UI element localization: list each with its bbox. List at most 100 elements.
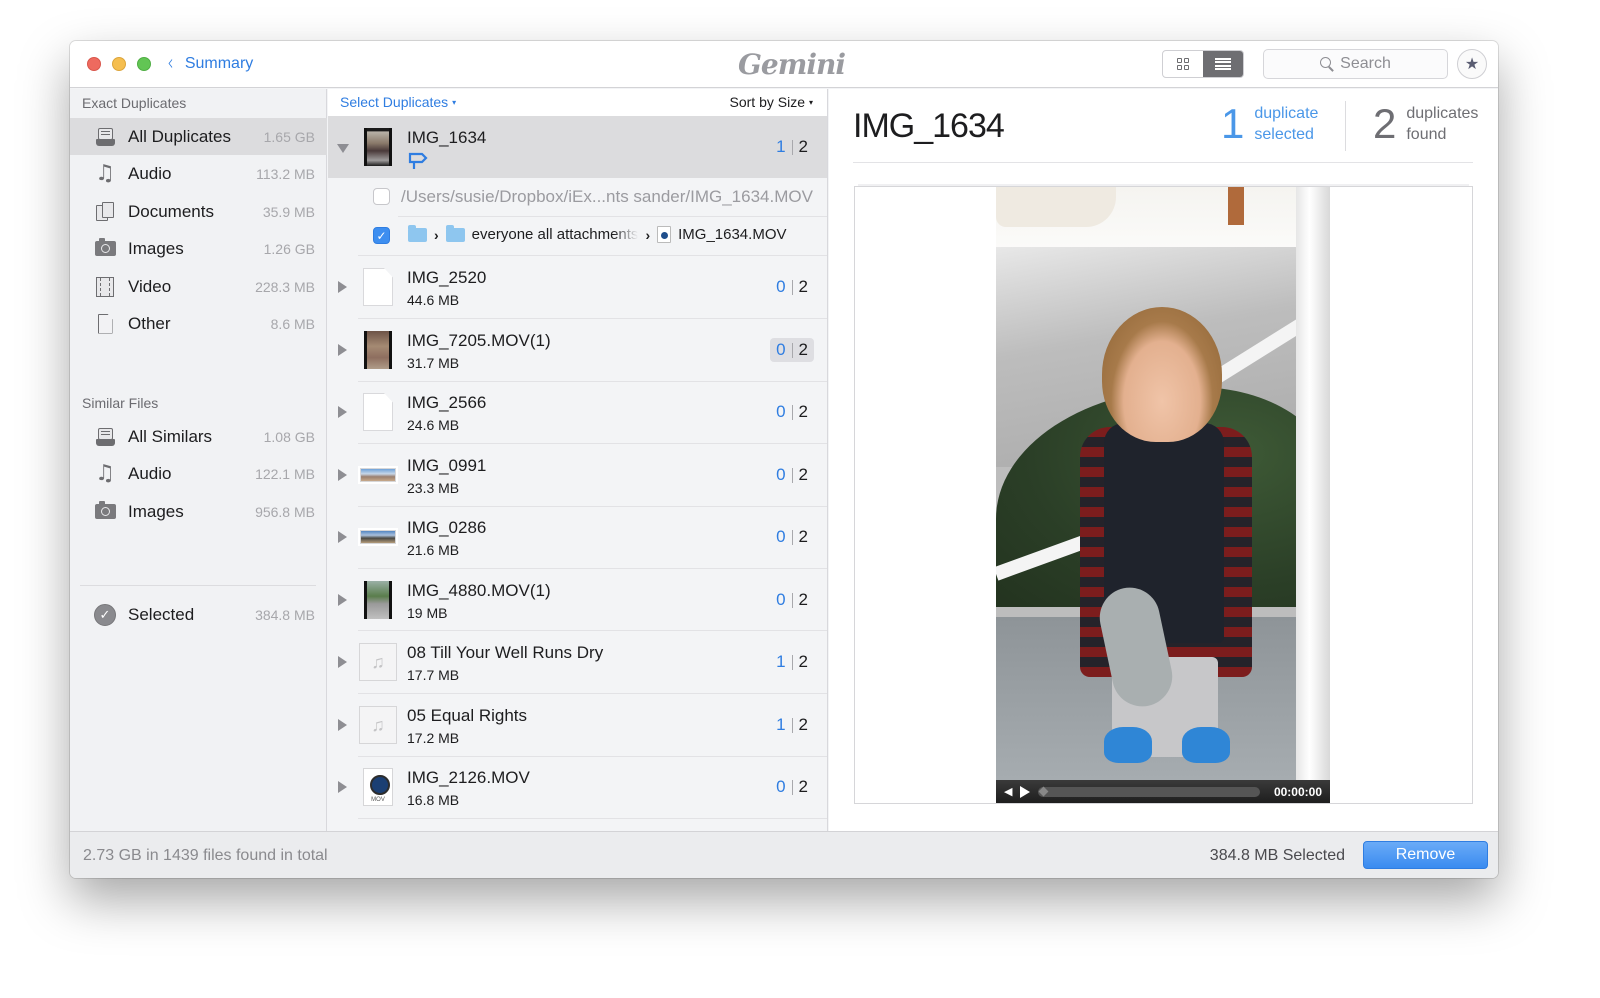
list-item[interactable]: MOV IMG_2126.MOV 16.8 MB 02 (328, 756, 827, 818)
sidebar-item-size: 35.9 MB (262, 203, 315, 220)
sidebar-item-similar-audio[interactable]: ♫ Audio 122.1 MB (70, 455, 327, 492)
video-player-controls: ◀ 00:00:00 (996, 780, 1330, 803)
duplicate-count: 02 (770, 775, 814, 799)
total-count: 2 (798, 277, 808, 296)
sidebar-item-selected[interactable]: ✓ Selected 384.8 MB (70, 596, 327, 633)
select-duplicates-label: Select Duplicates (340, 94, 449, 110)
selected-count: 0 (776, 277, 786, 296)
breadcrumb-folder[interactable]: everyone all attachments (472, 226, 639, 243)
selected-count: 0 (776, 527, 786, 546)
remove-button[interactable]: Remove (1363, 841, 1488, 869)
list-item[interactable]: IMG_2520 44.6 MB 02 (328, 256, 827, 318)
sidebar-item-label: Images (128, 501, 184, 521)
list-item[interactable]: ♫ 08 Till Your Well Runs Dry 17.7 MB 12 (328, 631, 827, 693)
sidebar-item-all-similars[interactable]: All Similars 1.08 GB (70, 418, 327, 455)
list-item-size: 21.6 MB (407, 542, 460, 558)
caret-down-icon: ▾ (808, 98, 813, 107)
disclosure-triangle-icon[interactable] (338, 469, 347, 481)
selected-count: 0 (776, 590, 786, 609)
file-icon (94, 313, 116, 335)
minimize-window-button[interactable] (112, 57, 126, 71)
music-note-icon: ♫ (359, 706, 397, 744)
back-to-summary-button[interactable]: ‹ Summary (166, 52, 253, 76)
sidebar-item-label: Audio (128, 163, 172, 183)
selected-stat-label: duplicate selected (1254, 103, 1318, 145)
count-divider (791, 139, 793, 155)
list-item[interactable]: IMG_2566 24.6 MB 02 (328, 381, 827, 443)
sidebar-item-documents[interactable]: Documents 35.9 MB (70, 193, 327, 230)
sidebar-item-label: Video (128, 276, 172, 296)
sidebar-item-other[interactable]: Other 8.6 MB (70, 305, 327, 342)
path-breadcrumb: › everyone all attachments › IMG_1634.MO… (408, 224, 787, 243)
sidebar-item-video[interactable]: Video 228.3 MB (70, 268, 327, 305)
video-preview[interactable] (996, 187, 1330, 780)
scrubber-knob[interactable] (1039, 786, 1049, 796)
list-item[interactable]: IMG_4880.MOV(1) 19 MB 02 (328, 569, 827, 631)
sidebar-item-similar-images[interactable]: Images 956.8 MB (70, 493, 327, 530)
disclosure-triangle-icon[interactable] (338, 281, 347, 293)
list-item[interactable]: IMG_0286 21.6 MB 02 (328, 506, 827, 568)
stat-divider (1345, 101, 1346, 151)
count-divider (791, 654, 793, 670)
sidebar-item-audio[interactable]: ♫ Audio 113.2 MB (70, 155, 327, 192)
total-count: 2 (798, 340, 808, 359)
list-item[interactable]: IMG_0991 23.3 MB 02 (328, 444, 827, 506)
count-divider (791, 342, 793, 358)
tray-icon (94, 126, 116, 148)
disclosure-triangle-icon[interactable] (338, 719, 347, 731)
list-item-expanded[interactable]: IMG_1634 1 2 (328, 116, 827, 178)
duplicate-path-row[interactable]: ✓ › everyone all attachments › IMG_1634.… (328, 217, 827, 255)
list-item-name: IMG_7205.MOV(1) (407, 331, 551, 350)
stat-label-line: selected (1254, 126, 1314, 143)
duplicate-count: 02 (770, 588, 814, 612)
selected-count: 0 (776, 777, 786, 796)
scrubber[interactable] (1038, 786, 1260, 797)
total-count: 2 (798, 527, 808, 546)
sidebar-item-all-duplicates[interactable]: All Duplicates 1.65 GB (70, 118, 327, 155)
music-note-icon: ♫ (95, 161, 115, 186)
grid-view-button[interactable] (1163, 51, 1203, 77)
app-window: ‹ Summary Gemini Search ★ Exact Duplicat… (70, 41, 1498, 878)
disclosure-triangle-icon[interactable] (338, 656, 347, 668)
volume-icon[interactable]: ◀ (1004, 785, 1012, 798)
list-header: Select Duplicates ▾ Sort by Size ▾ (328, 89, 827, 116)
total-count: 2 (798, 137, 808, 156)
breadcrumb-file[interactable]: IMG_1634.MOV (678, 226, 786, 243)
zoom-window-button[interactable] (137, 57, 151, 71)
found-stat-label: duplicates found (1406, 103, 1478, 145)
duplicate-path-row[interactable]: /Users/susie/Dropbox/iEx...nts sander/IM… (328, 178, 827, 216)
sidebar-item-images[interactable]: Images 1.26 GB (70, 230, 327, 267)
list-item-name: IMG_4880.MOV(1) (407, 581, 551, 600)
list-item[interactable]: IMG_7205.MOV(1) 31.7 MB 02 (328, 319, 827, 381)
play-button[interactable] (1020, 785, 1031, 798)
detail-pane: IMG_1634 1 duplicate selected 2 duplicate… (829, 89, 1498, 831)
favorite-button[interactable]: ★ (1457, 49, 1487, 79)
disclosure-triangle-icon[interactable] (338, 531, 347, 543)
checkmark-circle-icon: ✓ (94, 603, 116, 626)
select-duplicates-dropdown[interactable]: Select Duplicates ▾ (340, 94, 456, 110)
sidebar-item-label: Other (128, 313, 171, 333)
disclosure-triangle-icon[interactable] (338, 344, 347, 356)
path-checkbox[interactable] (373, 188, 390, 205)
search-input[interactable]: Search (1263, 49, 1448, 79)
list-item-size: 23.3 MB (407, 480, 460, 496)
back-button-label: Summary (184, 55, 254, 72)
duplicate-count: 02 (770, 400, 814, 424)
disclosure-triangle-open-icon[interactable] (337, 144, 349, 153)
disclosure-triangle-icon[interactable] (338, 406, 347, 418)
disclosure-triangle-icon[interactable] (338, 594, 347, 606)
close-window-button[interactable] (87, 57, 101, 71)
view-mode-toggle (1162, 50, 1244, 78)
thumbnail (358, 393, 398, 431)
sidebar-item-size: 228.3 MB (255, 278, 315, 295)
list-view-button[interactable] (1203, 51, 1243, 77)
sort-by-dropdown[interactable]: Sort by Size ▾ (730, 94, 814, 110)
status-bar: 2.73 GB in 1439 files found in total 384… (70, 831, 1498, 878)
duplicate-count: 1 2 (770, 135, 814, 159)
music-note-icon: ♫ (359, 643, 397, 681)
path-checkbox-checked[interactable]: ✓ (373, 227, 390, 244)
disclosure-triangle-icon[interactable] (338, 781, 347, 793)
search-icon (1320, 57, 1334, 71)
list-item-size: 24.6 MB (407, 417, 460, 433)
list-item[interactable]: ♫ 05 Equal Rights 17.2 MB 12 (328, 694, 827, 756)
